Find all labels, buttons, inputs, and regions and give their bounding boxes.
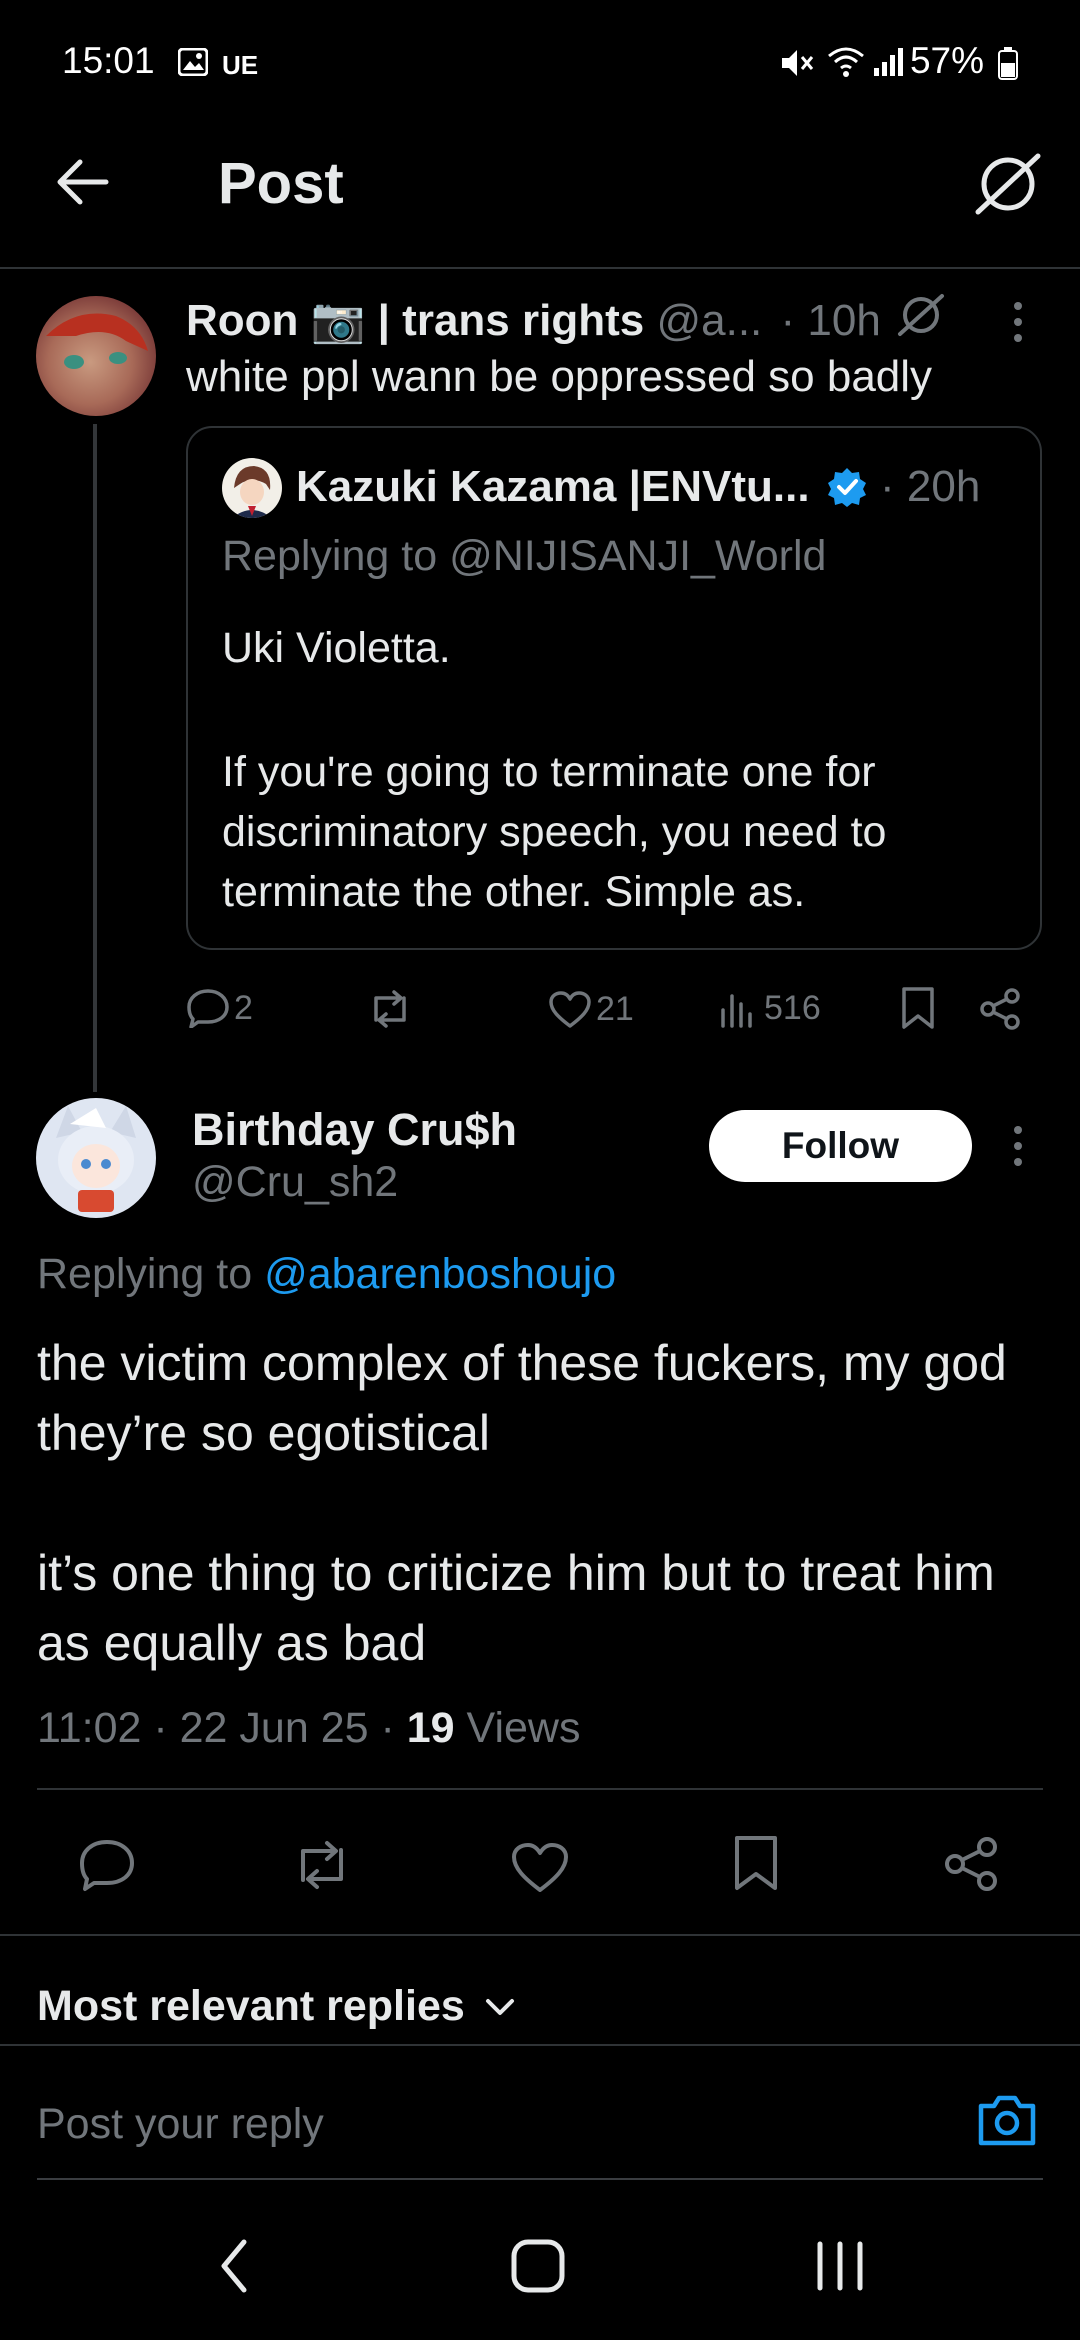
views-chart-icon [720, 988, 758, 1028]
main-handle[interactable]: @Cru_sh2 [192, 1158, 398, 1207]
main-bookmark-icon[interactable] [732, 1834, 780, 1892]
gallery-notification-icon [178, 48, 208, 76]
parent-tweet-text: white ppl wann be oppressed so badly [186, 352, 933, 401]
nav-home-icon[interactable] [508, 2236, 568, 2296]
mute-icon [778, 46, 816, 80]
main-tweet-time: 11:02 [37, 1704, 142, 1752]
heart-icon [548, 990, 592, 1029]
battery-icon [998, 46, 1018, 80]
main-share-icon[interactable] [942, 1836, 1000, 1892]
parent-like-button[interactable]: 21 [548, 990, 634, 1029]
back-arrow-icon[interactable] [56, 158, 110, 206]
reply-box-bottom-divider [37, 2178, 1043, 2180]
grok-icon[interactable] [972, 150, 1044, 218]
roon-avatar[interactable] [36, 296, 156, 416]
nav-recents-icon[interactable] [812, 2238, 868, 2294]
main-repost-icon[interactable] [290, 1840, 354, 1890]
main-display-name[interactable]: Birthday Cru$h [192, 1104, 517, 1156]
follow-button[interactable]: Follow [709, 1110, 972, 1182]
signal-icon [872, 46, 906, 78]
parent-time: · 10h [780, 296, 881, 345]
quote-replying-prefix: Replying to [222, 532, 450, 580]
main-views-label: Views [466, 1704, 581, 1752]
quote-display-name[interactable]: Kazuki Kazama |ENVtu... [296, 462, 810, 511]
camera-icon[interactable] [976, 2092, 1038, 2148]
parent-grok-icon[interactable] [896, 292, 946, 338]
parent-share-icon[interactable] [978, 988, 1022, 1030]
battery-percent: 57% [909, 40, 984, 81]
reply-input[interactable]: Post your reply [37, 2100, 324, 2149]
wifi-icon [826, 44, 866, 78]
main-more-icon[interactable] [1010, 1124, 1026, 1168]
quote-text-line1: Uki Violetta. [222, 624, 451, 672]
reply-icon [186, 988, 230, 1028]
page-title: Post [218, 151, 344, 216]
parent-repost-button[interactable] [366, 990, 414, 1028]
nav-back-icon[interactable] [216, 2236, 252, 2296]
carrier-tag: UE [222, 50, 259, 80]
verified-badge-icon [826, 466, 868, 508]
like-count: 21 [596, 990, 634, 1028]
reply-count: 2 [234, 988, 253, 1027]
quote-replying-handle[interactable]: @NIJISANJI_World [449, 532, 826, 580]
chevron-down-icon [485, 1997, 515, 2017]
quote-header: Kazuki Kazama |ENVtu... [296, 462, 810, 512]
thread-line [93, 424, 97, 1092]
main-replying-handle[interactable]: @abarenboshoujo [264, 1250, 616, 1298]
parent-handle[interactable]: @a... [656, 296, 762, 345]
parent-tweet-header: Roon 📷 | trans rights @a... · 10h [186, 294, 881, 346]
kazuki-avatar[interactable] [222, 458, 282, 518]
parent-bookmark-icon[interactable] [900, 986, 936, 1030]
actions-divider [0, 1934, 1080, 1936]
quote-replying-to: Replying to @NIJISANJI_World [222, 532, 826, 581]
replies-sort-dropdown[interactable]: Most relevant replies [37, 1982, 515, 2031]
main-replying-prefix: Replying to [37, 1250, 265, 1298]
main-tweet-paragraph-2: it’s one thing to criticize him but to t… [37, 1545, 995, 1671]
parent-reply-button[interactable]: 2 [186, 988, 253, 1028]
views-count: 516 [764, 988, 821, 1027]
quote-text-line2: If you're going to terminate one for dis… [222, 748, 887, 916]
parent-display-name[interactable]: Roon 📷 | trans rights [186, 296, 644, 345]
main-tweet-paragraph-1: the victim complex of these fuckers, my … [37, 1335, 1007, 1461]
birthday-crush-avatar[interactable] [36, 1098, 156, 1218]
main-replying-to: Replying to @abarenboshoujo [37, 1250, 616, 1299]
main-reply-icon[interactable] [78, 1838, 136, 1892]
replies-sort-label: Most relevant replies [37, 1982, 465, 2030]
parent-more-icon[interactable] [1010, 300, 1026, 344]
main-tweet-date: 22 Jun 25 [179, 1704, 369, 1752]
main-tweet-meta: 11:02 · 22 Jun 25 · 19 Views [37, 1704, 581, 1752]
main-like-icon[interactable] [510, 1842, 570, 1894]
quote-time: · 20h [880, 462, 981, 511]
parent-views-button[interactable]: 516 [720, 988, 821, 1028]
meta-divider [37, 1788, 1043, 1790]
status-time: 15:01 [62, 40, 155, 81]
main-views-count: 19 [406, 1704, 455, 1752]
header-divider [0, 267, 1080, 269]
reply-box-top-divider [0, 2044, 1080, 2046]
